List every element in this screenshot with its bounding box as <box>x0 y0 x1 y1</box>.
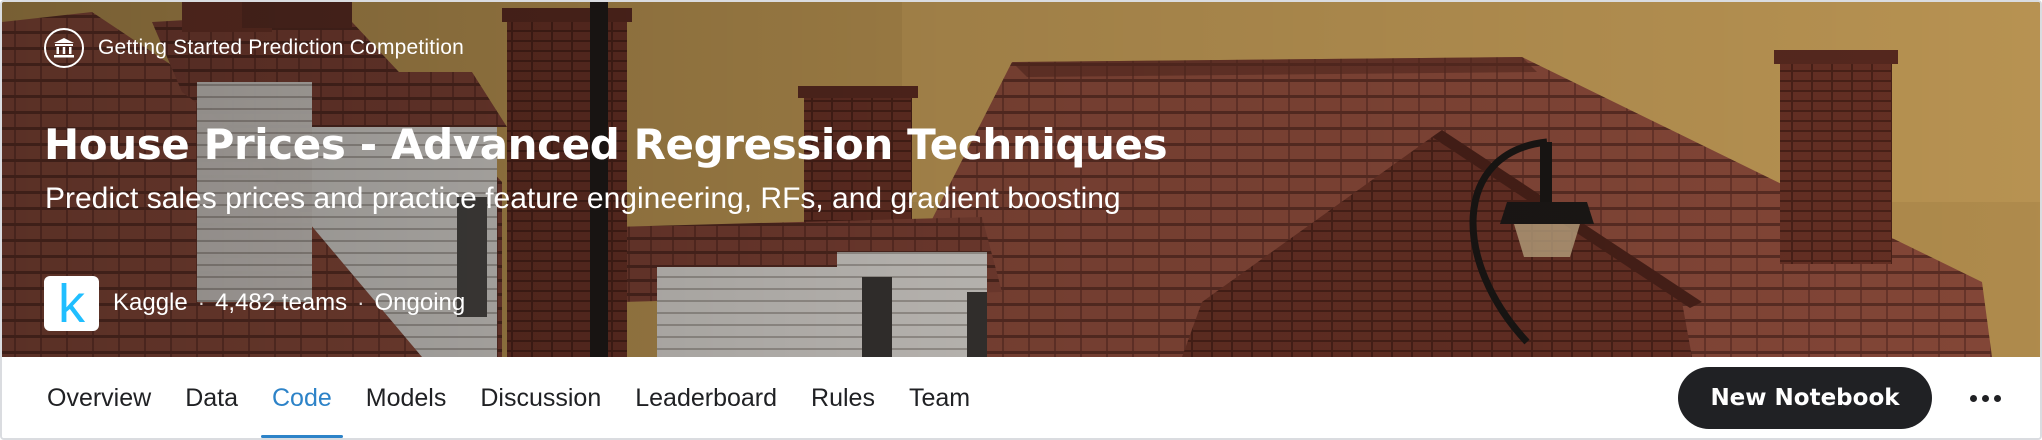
tab-label: Rules <box>811 384 875 412</box>
kaggle-logo[interactable]: k <box>44 275 99 331</box>
competition-meta: k Kaggle · 4,482 teams · Ongoing <box>44 275 465 331</box>
dot <box>1993 394 2001 402</box>
tab-rules[interactable]: Rules <box>794 357 892 438</box>
meta-separator: · <box>357 290 365 315</box>
tab-models[interactable]: Models <box>349 357 464 438</box>
dot <box>1969 394 1977 402</box>
host-type: Getting Started Prediction Competition <box>44 27 464 69</box>
competition-header: Getting Started Prediction Competition H… <box>0 0 2042 440</box>
tab-team[interactable]: Team <box>892 357 987 438</box>
tab-discussion[interactable]: Discussion <box>463 357 618 438</box>
tab-label: Data <box>185 384 238 412</box>
meta-separator: · <box>197 290 206 315</box>
host-type-label: Getting Started Prediction Competition <box>98 36 464 59</box>
tab-leaderboard[interactable]: Leaderboard <box>618 357 794 438</box>
tab-label: Discussion <box>480 384 602 412</box>
tab-code[interactable]: Code <box>255 357 349 438</box>
tab-list: Overview Data Code Models Discussion Lea… <box>30 357 987 438</box>
bank-icon <box>44 28 84 68</box>
tab-label: Models <box>365 384 447 412</box>
tab-overview[interactable]: Overview <box>30 357 168 438</box>
competition-status: Ongoing <box>374 289 466 316</box>
dot <box>1981 394 1989 402</box>
kaggle-logo-letter: k <box>58 275 85 331</box>
tab-bar: Overview Data Code Models Discussion Lea… <box>2 357 2040 438</box>
new-notebook-button[interactable]: New Notebook <box>1678 367 1932 429</box>
more-horizontal-icon[interactable] <box>1962 375 2008 421</box>
hero-banner: Getting Started Prediction Competition H… <box>2 2 2040 357</box>
page-subtitle: Predict sales prices and practice featur… <box>45 182 1121 215</box>
tab-label: Leaderboard <box>635 384 778 412</box>
tab-label: Code <box>272 384 332 412</box>
teams-count: 4,482 teams <box>215 289 348 316</box>
organization-name[interactable]: Kaggle <box>113 289 188 317</box>
tab-label: Overview <box>47 384 152 412</box>
page-title: House Prices - Advanced Regression Techn… <box>44 120 1168 169</box>
tab-data[interactable]: Data <box>168 357 255 438</box>
tab-label: Team <box>908 384 971 412</box>
